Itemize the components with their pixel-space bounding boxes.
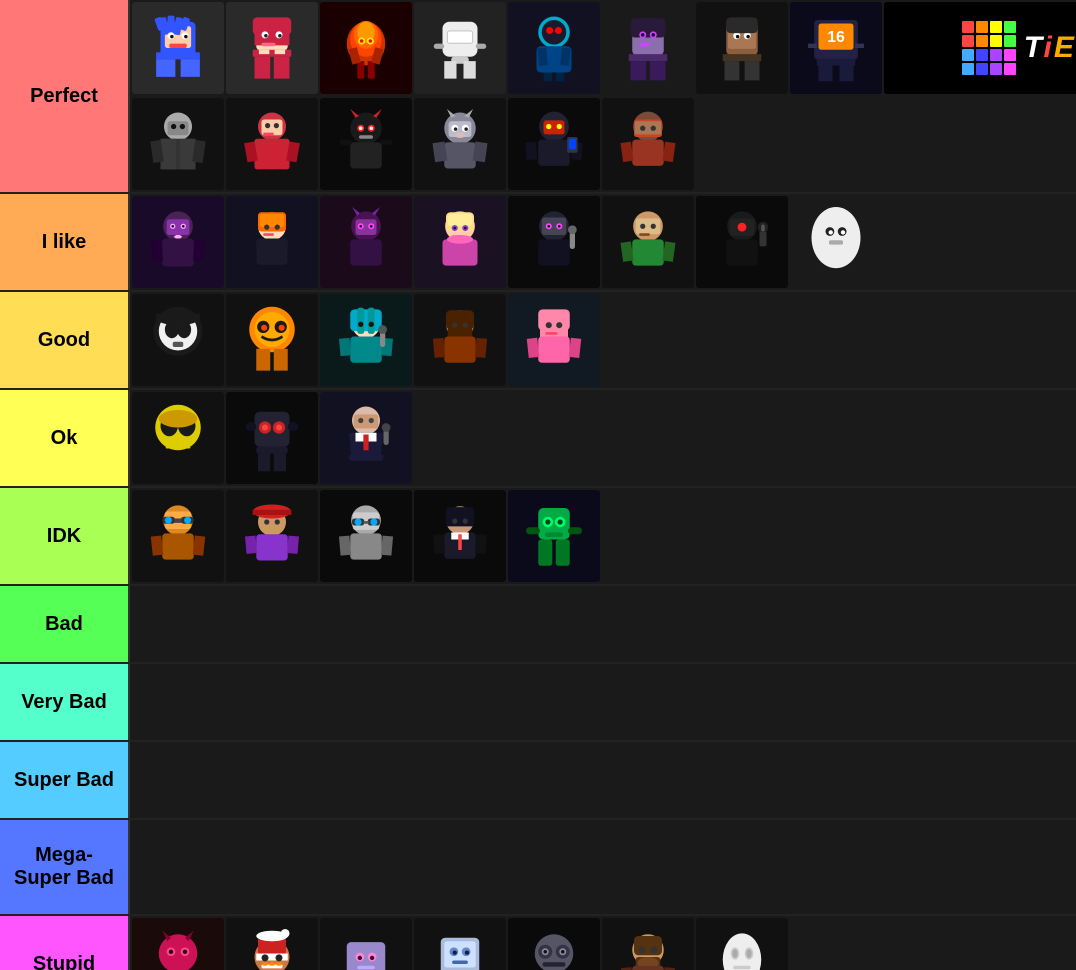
tier-content-good bbox=[128, 292, 1076, 388]
tier-label-perfect: Perfect bbox=[0, 0, 128, 192]
tier-label-ok: Ok bbox=[0, 390, 128, 486]
char-stupid1[interactable] bbox=[132, 918, 224, 970]
char-annie[interactable] bbox=[320, 196, 412, 288]
char-eteled[interactable] bbox=[508, 98, 600, 190]
tiermaker-logo: TiERmaker bbox=[1024, 31, 1076, 65]
tier-content-bad bbox=[128, 586, 1076, 662]
char-suitguy[interactable] bbox=[320, 392, 412, 484]
char-whitty[interactable] bbox=[508, 2, 600, 94]
char-tricky[interactable] bbox=[132, 294, 224, 386]
char-garcello[interactable] bbox=[226, 98, 318, 190]
tier-content-megabad bbox=[128, 820, 1076, 914]
char-jf[interactable] bbox=[226, 490, 318, 582]
char-hank[interactable]: 16 bbox=[790, 2, 882, 94]
char-hexrobot[interactable] bbox=[226, 392, 318, 484]
char-hex2[interactable] bbox=[508, 490, 600, 582]
char-stupid3[interactable] bbox=[320, 918, 412, 970]
tier-label-idk: IDK bbox=[0, 488, 128, 584]
char-zardy[interactable] bbox=[508, 294, 600, 386]
char-hex[interactable] bbox=[320, 98, 412, 190]
char-whiterobot[interactable] bbox=[414, 2, 506, 94]
tier-content-ok bbox=[128, 390, 1076, 486]
tier-label-megabad: Mega-Super Bad bbox=[0, 820, 128, 914]
char-senpai2[interactable] bbox=[414, 490, 506, 582]
tier-label-superbad: Super Bad bbox=[0, 742, 128, 818]
char-skullman[interactable] bbox=[132, 392, 224, 484]
tier-content-stupid bbox=[128, 916, 1076, 970]
char-agoti[interactable] bbox=[414, 98, 506, 190]
tier-content-perfect: 16 bbox=[128, 0, 1076, 192]
tier-content-idk bbox=[128, 488, 1076, 584]
char-pico[interactable] bbox=[320, 490, 412, 582]
svg-text:16: 16 bbox=[827, 29, 845, 46]
char-bf2[interactable] bbox=[602, 196, 694, 288]
char-miku[interactable] bbox=[320, 294, 412, 386]
char-carol[interactable] bbox=[602, 98, 694, 190]
tier-label-ilike: I like bbox=[0, 194, 128, 290]
char-whiteghost[interactable] bbox=[790, 196, 882, 288]
char-trenchcoat[interactable] bbox=[132, 98, 224, 190]
tier-content-superbad bbox=[128, 742, 1076, 818]
char-monika[interactable] bbox=[414, 196, 506, 288]
char-void[interactable] bbox=[508, 196, 600, 288]
char-tabi[interactable] bbox=[320, 2, 412, 94]
tier-label-bad: Bad bbox=[0, 586, 128, 662]
char-sarvente[interactable] bbox=[602, 2, 694, 94]
char-hank2[interactable] bbox=[226, 294, 318, 386]
char-nene[interactable] bbox=[696, 2, 788, 94]
char-girlfriend[interactable] bbox=[414, 294, 506, 386]
char-stupid6[interactable] bbox=[602, 918, 694, 970]
char-bf[interactable] bbox=[132, 2, 224, 94]
char-stupid7[interactable] bbox=[696, 918, 788, 970]
char-spirit[interactable] bbox=[132, 490, 224, 582]
tier-label-stupid: Stupid bbox=[0, 916, 128, 970]
char-stupid2[interactable] bbox=[226, 918, 318, 970]
char-whitty2[interactable] bbox=[696, 196, 788, 288]
char-skid[interactable] bbox=[226, 196, 318, 288]
logo-colorblocks bbox=[962, 21, 1016, 75]
tier-label-good: Good bbox=[0, 292, 128, 388]
char-stupid5[interactable] bbox=[508, 918, 600, 970]
char-logo-block: TiERmaker bbox=[884, 2, 1076, 94]
tier-content-ilike bbox=[128, 194, 1076, 290]
char-stupid4[interactable] bbox=[414, 918, 506, 970]
tier-label-verybad: Very Bad bbox=[0, 664, 128, 740]
char-ruv[interactable] bbox=[132, 196, 224, 288]
char-senpai[interactable] bbox=[226, 2, 318, 94]
tier-content-verybad bbox=[128, 664, 1076, 740]
